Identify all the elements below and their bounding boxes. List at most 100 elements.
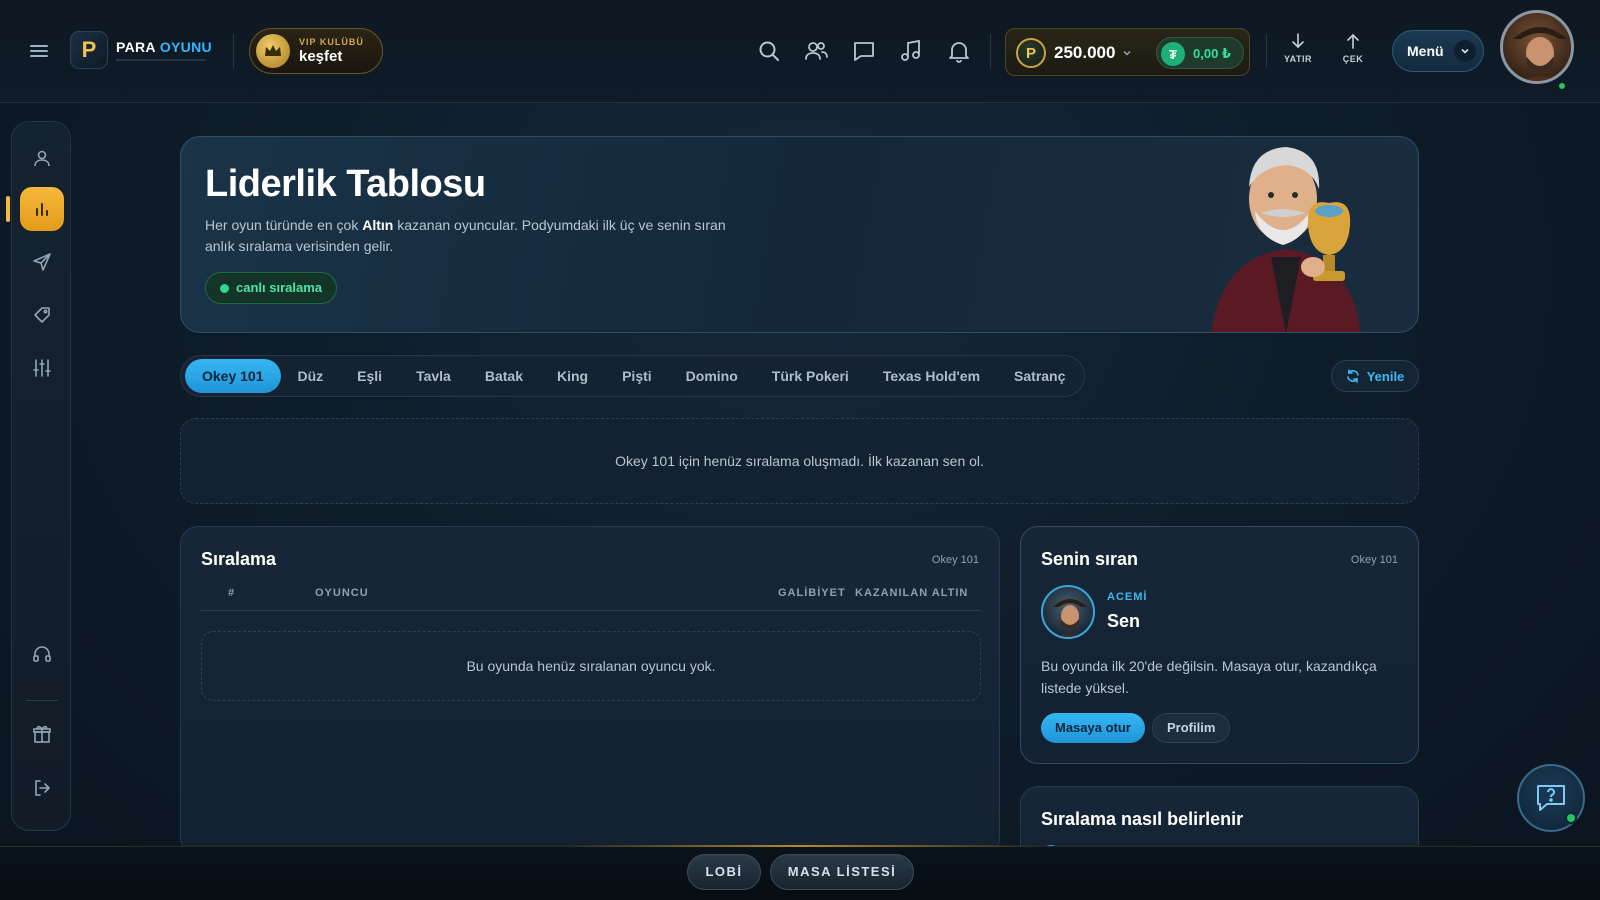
sidebar-divider bbox=[26, 700, 58, 701]
online-status-dot bbox=[1565, 812, 1577, 824]
tab-düz[interactable]: Düz bbox=[281, 359, 341, 393]
logo-word-para: PARA bbox=[116, 39, 156, 55]
tab-pişti[interactable]: Pişti bbox=[605, 359, 669, 393]
ranking-empty-state: Bu oyunda henüz sıralanan oyuncu yok. bbox=[201, 631, 981, 701]
tab-batak[interactable]: Batak bbox=[468, 359, 540, 393]
menu-button[interactable]: Menü bbox=[1392, 30, 1484, 72]
sidebar-item-gifts[interactable] bbox=[20, 712, 64, 756]
ranking-game-tag: Okey 101 bbox=[931, 554, 979, 566]
highlight-gold-text: Altın bbox=[362, 217, 394, 233]
deposit-button[interactable]: YATIR bbox=[1276, 32, 1320, 64]
sliders-icon bbox=[33, 359, 51, 377]
logout-icon bbox=[35, 780, 51, 796]
arrow-up-icon bbox=[1347, 33, 1359, 49]
bottom-bar-glow bbox=[560, 845, 1040, 847]
tab-satranç[interactable]: Satranç bbox=[997, 359, 1082, 393]
header-divider bbox=[233, 34, 234, 68]
profile-icon bbox=[34, 150, 50, 167]
ranking-table-header: # OYUNCU GALİBİYET KAZANILAN ALTIN bbox=[201, 587, 981, 611]
leaderboard-hero: Liderlik Tablosu Her oyun türünde en çok… bbox=[180, 136, 1419, 333]
deposit-label: YATIR bbox=[1283, 54, 1312, 64]
send-icon bbox=[33, 253, 51, 271]
arrow-down-icon bbox=[1292, 33, 1304, 49]
music-icon[interactable] bbox=[898, 38, 924, 64]
menu-label: Menü bbox=[1407, 43, 1444, 59]
sit-at-table-button[interactable]: Masaya otur bbox=[1041, 713, 1145, 743]
page-title: Liderlik Tablosu bbox=[205, 163, 486, 205]
user-avatar[interactable] bbox=[1500, 10, 1574, 84]
chevron-down-icon bbox=[1453, 40, 1476, 62]
column-player: OYUNCU bbox=[315, 587, 369, 599]
chat-icon[interactable] bbox=[851, 38, 877, 64]
sidebar bbox=[11, 121, 71, 831]
help-chat-icon bbox=[1537, 785, 1565, 811]
game-type-tabs: Okey 101 Düz Eşli Tavla Batak King Pişti Domino… bbox=[180, 355, 1085, 397]
gift-icon bbox=[33, 725, 51, 743]
tl-balance: 0,00 ₺ bbox=[1193, 46, 1231, 61]
my-rank-title: Senin sıran bbox=[1041, 549, 1139, 569]
crown-icon bbox=[256, 34, 290, 68]
refresh-button[interactable]: Yenile bbox=[1331, 360, 1419, 392]
sidebar-item-logout[interactable] bbox=[20, 766, 64, 810]
table-list-button[interactable]: MASA LİSTESİ bbox=[770, 854, 914, 890]
sidebar-item-settings[interactable] bbox=[20, 346, 64, 390]
tab-domino[interactable]: Domino bbox=[669, 359, 755, 393]
tab-texas-hold-em[interactable]: Texas Hold'em bbox=[866, 359, 997, 393]
search-icon[interactable] bbox=[756, 38, 782, 64]
sidebar-item-support[interactable] bbox=[20, 632, 64, 676]
tab-king[interactable]: King bbox=[540, 359, 605, 393]
ranking-panel: Sıralama Okey 101 # OYUNCU GALİBİYET KAZ… bbox=[180, 526, 1000, 856]
my-rank-panel: Senin sıran Okey 101 ACEMİ Sen Bu oyunda… bbox=[1020, 526, 1419, 764]
hero-description: Her oyun türünde en çok Altın kazanan oy… bbox=[205, 217, 726, 254]
sidebar-item-send[interactable] bbox=[20, 240, 64, 284]
leaderboard-icon bbox=[36, 203, 48, 216]
my-profile-button[interactable]: Profilim bbox=[1152, 713, 1231, 743]
live-ranking-badge: canlı sıralama bbox=[205, 272, 337, 304]
hamburger-menu-icon[interactable] bbox=[26, 38, 52, 64]
mascot-with-trophy-illustration bbox=[1191, 137, 1381, 332]
tag-icon bbox=[34, 307, 50, 323]
tab-okey-101[interactable]: Okey 101 bbox=[185, 359, 281, 393]
tl-balance-pill[interactable]: ₮ 0,00 ₺ bbox=[1156, 37, 1244, 69]
online-status-dot bbox=[1557, 81, 1567, 91]
player-name: Sen bbox=[1107, 611, 1141, 631]
coin-balance: 250.000 bbox=[1054, 43, 1116, 62]
refresh-icon bbox=[1346, 369, 1359, 383]
player-level-label: ACEMİ bbox=[1107, 591, 1148, 603]
bell-icon[interactable] bbox=[946, 38, 972, 64]
sidebar-item-tag[interactable] bbox=[20, 293, 64, 337]
vip-discover-label: keşfet bbox=[299, 48, 343, 65]
sidebar-item-profile[interactable] bbox=[20, 136, 64, 180]
column-wins: GALİBİYET bbox=[778, 587, 846, 599]
live-dot-icon bbox=[220, 284, 229, 293]
header-divider bbox=[990, 34, 991, 68]
logo-word-oyunu: OYUNU bbox=[159, 39, 212, 55]
my-rank-description: Bu oyunda ilk 20'de değilsin. Masaya otu… bbox=[1041, 658, 1377, 696]
coin-icon: P bbox=[1016, 38, 1046, 68]
my-rank-game-tag: Okey 101 bbox=[1350, 554, 1398, 566]
how-ranking-title: Sıralama nasıl belirlenir bbox=[1041, 809, 1244, 829]
logo-mark-icon: P bbox=[70, 31, 108, 69]
tab-eşli[interactable]: Eşli bbox=[340, 359, 399, 393]
logo-underline bbox=[116, 59, 206, 61]
users-icon[interactable] bbox=[803, 38, 829, 64]
withdraw-button[interactable]: ÇEK bbox=[1331, 32, 1375, 64]
column-gold-won: KAZANILAN ALTIN bbox=[855, 587, 969, 599]
vip-club-button[interactable]: VIP KULÜBÜ keşfet bbox=[249, 28, 383, 74]
tab-tavla[interactable]: Tavla bbox=[399, 359, 468, 393]
ranking-title: Sıralama bbox=[201, 549, 277, 569]
vip-club-label: VIP KULÜBÜ bbox=[299, 37, 364, 47]
tether-icon: ₮ bbox=[1161, 42, 1185, 66]
tab-türk-pokeri[interactable]: Türk Pokeri bbox=[755, 359, 866, 393]
site-logo[interactable]: P PARA OYUNU bbox=[70, 31, 212, 69]
my-avatar bbox=[1041, 585, 1095, 639]
withdraw-label: ÇEK bbox=[1342, 54, 1364, 64]
header-divider bbox=[1266, 34, 1267, 68]
sidebar-item-leaderboard[interactable] bbox=[20, 187, 64, 231]
headset-icon bbox=[33, 646, 51, 662]
sidebar-active-indicator bbox=[6, 196, 10, 222]
lobby-button[interactable]: LOBİ bbox=[687, 854, 761, 890]
chevron-down-icon[interactable] bbox=[1122, 48, 1132, 58]
column-rank: # bbox=[228, 587, 236, 599]
empty-ranking-notice: Okey 101 için henüz sıralama oluşmadı. İ… bbox=[180, 418, 1419, 504]
